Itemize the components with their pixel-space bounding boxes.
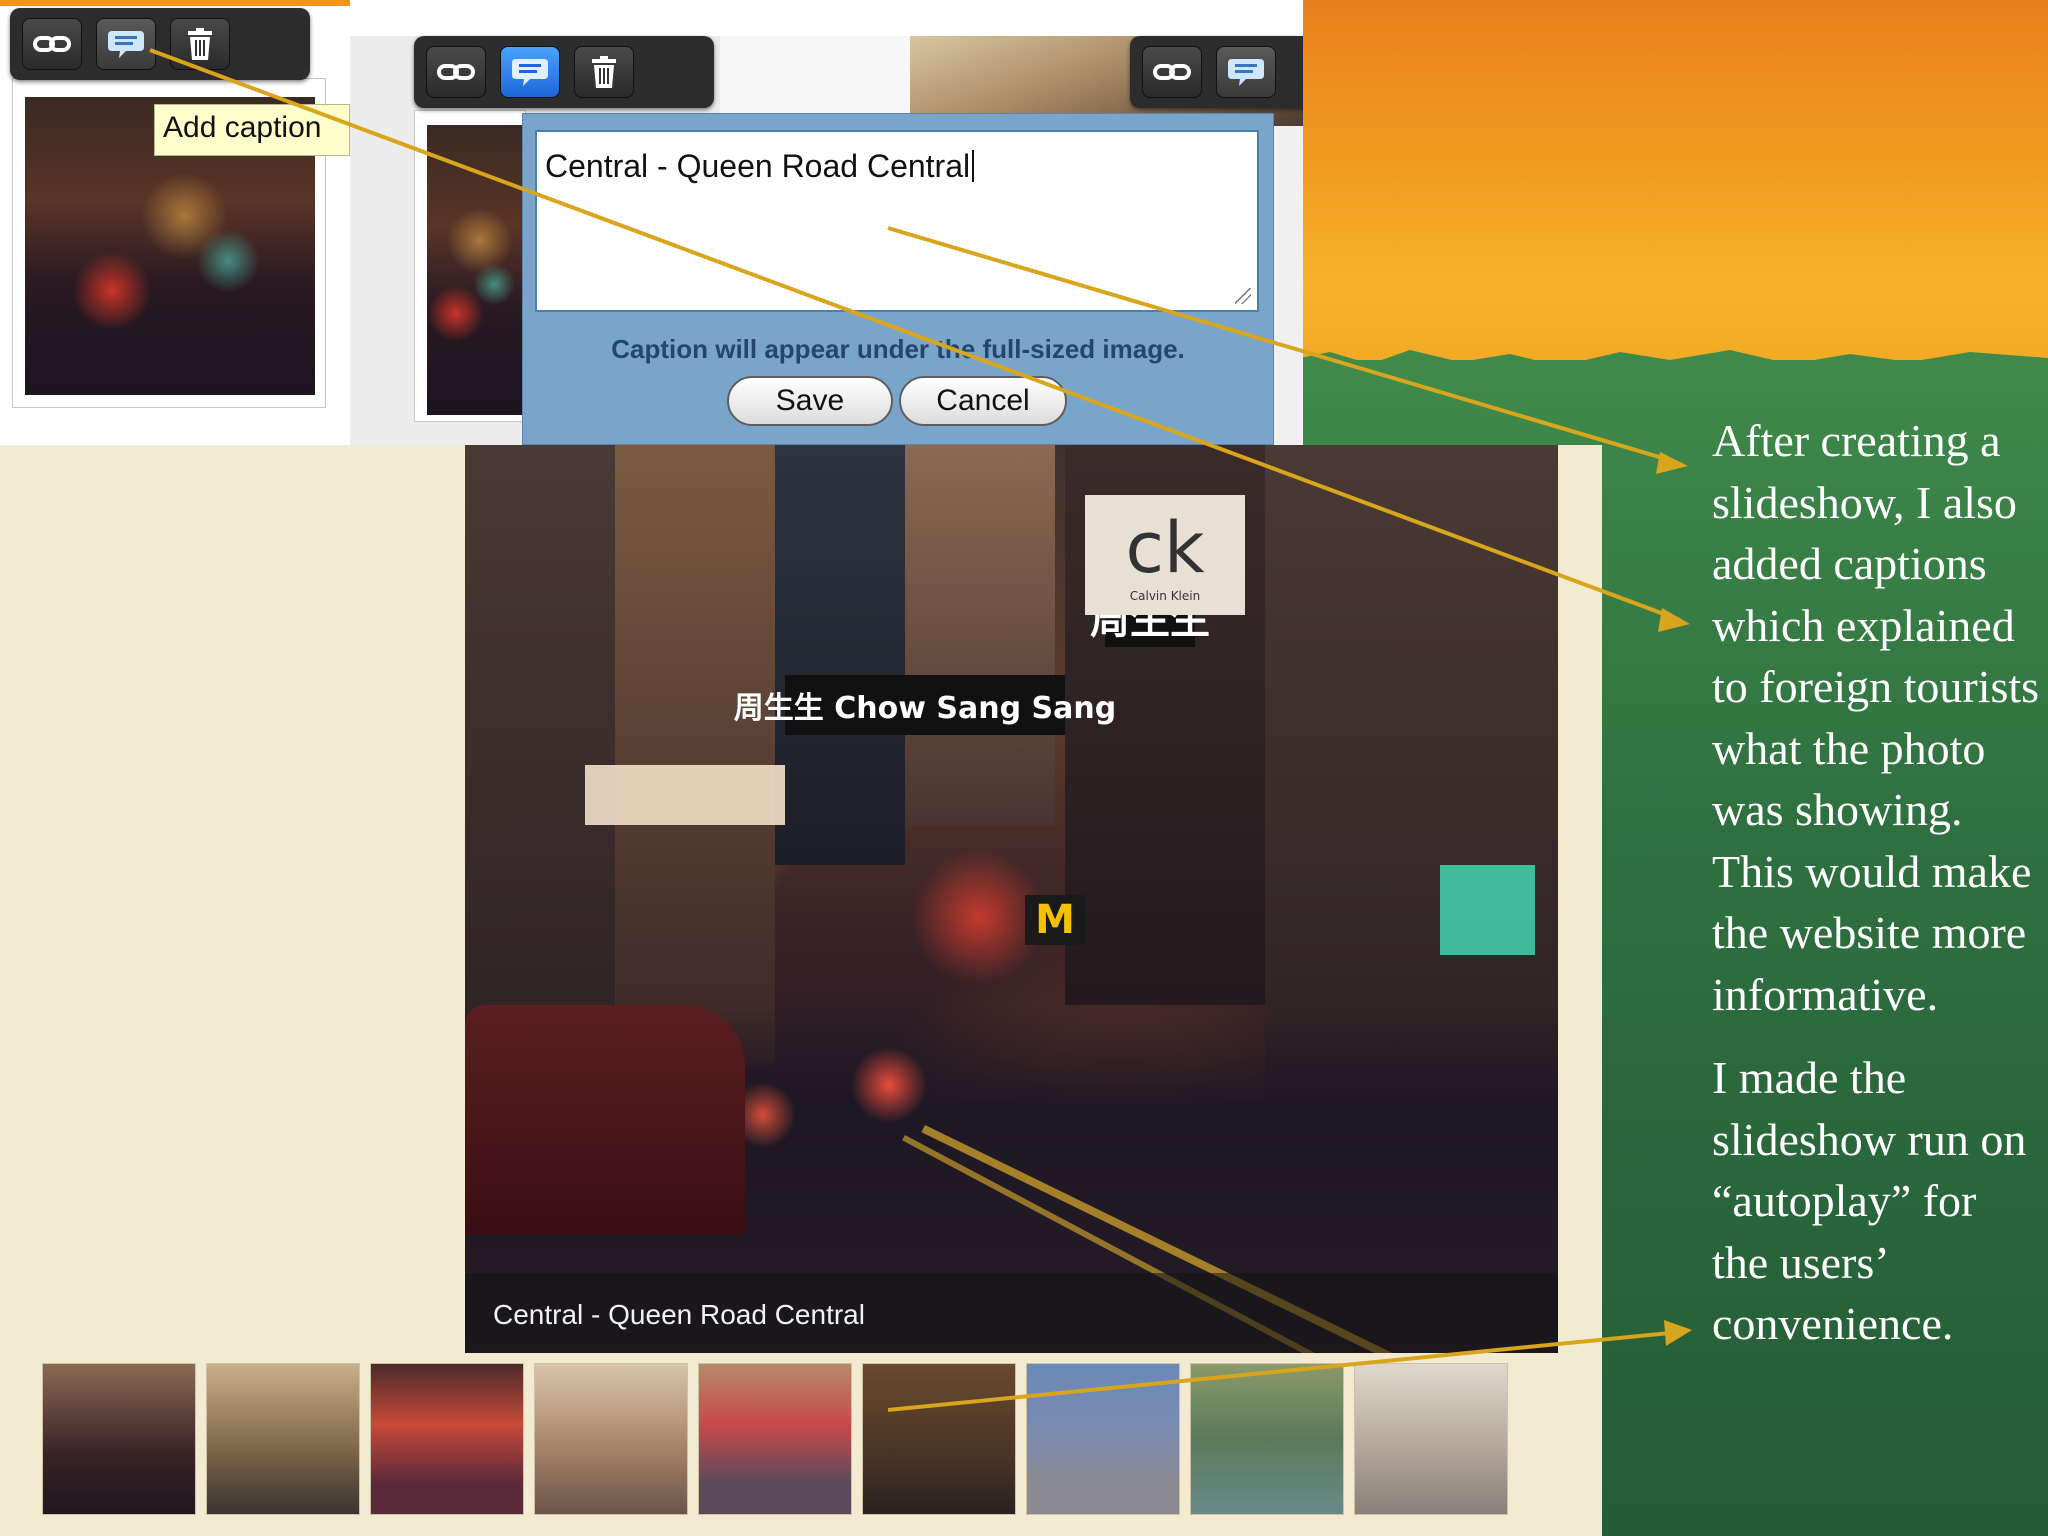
add-caption-button[interactable] <box>96 18 156 70</box>
link-button[interactable] <box>426 46 486 98</box>
image-toolbar-2 <box>414 36 714 108</box>
add-caption-tooltip: Add caption <box>154 104 350 156</box>
add-caption-button[interactable] <box>1216 46 1276 98</box>
text-cursor <box>972 150 975 182</box>
link-icon <box>437 64 475 80</box>
slideshow-thumbnail[interactable] <box>534 1363 688 1515</box>
slideshow-thumbnail-strip <box>42 1363 1508 1515</box>
comment-icon <box>1228 59 1264 86</box>
image-toolbar-1 <box>10 8 310 80</box>
trash-icon <box>188 28 212 60</box>
ck-sign-subtitle: Calvin Klein <box>1129 589 1201 603</box>
cancel-button[interactable]: Cancel <box>899 376 1067 426</box>
slideshow-thumbnail[interactable] <box>698 1363 852 1515</box>
thumbnail-image <box>427 125 523 415</box>
resize-grip-icon[interactable] <box>1235 288 1251 304</box>
caption-dialog: Central - Queen Road Central Caption wil… <box>522 113 1274 445</box>
caption-hint: Caption will appear under the full-sized… <box>611 334 1185 364</box>
add-caption-button-active[interactable] <box>500 46 560 98</box>
note-autoplay: I made the slideshow run on “autoplay” f… <box>1712 1052 2027 1349</box>
image-toolbar-3 <box>1130 36 1303 108</box>
slideshow-thumbnail[interactable] <box>1190 1363 1344 1515</box>
comment-icon <box>512 59 548 86</box>
slideshow-editor-screenshot: Add caption Central - Queen Road Central… <box>0 0 1303 445</box>
link-button[interactable] <box>22 18 82 70</box>
ck-sign-logo: ck <box>1125 507 1205 589</box>
slide-notes: After creating a slideshow, I also added… <box>1712 410 2042 1355</box>
note-captions: After creating a slideshow, I also added… <box>1712 415 2040 1020</box>
lit-billboard <box>585 765 785 825</box>
slideshow-main-image[interactable]: 周生生 周生生 Chow Sang Sang ck Calvin Klein M… <box>465 445 1558 1353</box>
slideshow-viewer: 周生生 周生生 Chow Sang Sang ck Calvin Klein M… <box>0 445 1602 1536</box>
editor-top-bar <box>0 0 350 6</box>
slideshow-thumbnail[interactable] <box>42 1363 196 1515</box>
delete-button[interactable] <box>574 46 634 98</box>
neon-sign <box>1440 865 1535 955</box>
slideshow-thumbnail[interactable] <box>206 1363 360 1515</box>
slideshow-thumbnail[interactable] <box>370 1363 524 1515</box>
caption-textarea-value: Central - Queen Road Central <box>545 148 971 184</box>
trash-icon <box>592 56 616 88</box>
torn-edge-decoration <box>1290 350 2048 390</box>
comment-icon <box>108 31 144 58</box>
editor-thumbnail-2[interactable] <box>414 110 526 422</box>
caption-textarea[interactable]: Central - Queen Road Central <box>535 130 1259 312</box>
link-icon <box>1153 64 1191 80</box>
delete-button[interactable] <box>170 18 230 70</box>
link-button[interactable] <box>1142 46 1202 98</box>
slideshow-thumbnail[interactable] <box>862 1363 1016 1515</box>
link-icon <box>33 36 71 52</box>
mcdonalds-sign: M <box>1025 895 1085 945</box>
store-sign-chow-sang-sang: 周生生 Chow Sang Sang <box>734 675 1116 735</box>
slideshow-thumbnail[interactable] <box>1354 1363 1508 1515</box>
ck-sign: ck Calvin Klein <box>1085 495 1245 615</box>
slideshow-caption: Central - Queen Road Central <box>493 1299 865 1330</box>
slideshow-thumbnail[interactable] <box>1026 1363 1180 1515</box>
save-button[interactable]: Save <box>727 376 893 426</box>
